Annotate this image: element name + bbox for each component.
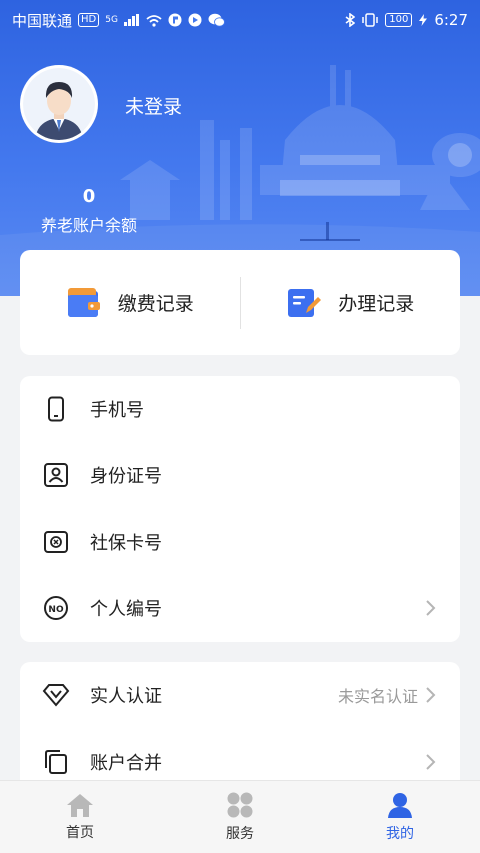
app-notify-icon-2 xyxy=(188,13,202,27)
phone-icon xyxy=(48,396,64,422)
payment-records-button[interactable]: 缴费记录 xyxy=(20,250,240,355)
payment-records-label: 缴费记录 xyxy=(117,293,194,315)
wifi-icon xyxy=(146,14,162,27)
chevron-right-icon xyxy=(426,687,436,703)
wallet-icon xyxy=(67,287,100,317)
login-status-text[interactable]: 未登录 xyxy=(125,92,182,119)
clock: 6:27 xyxy=(434,11,468,29)
social-card-row[interactable]: 社保卡号 xyxy=(20,509,460,575)
auth-status-value: 未实名认证 xyxy=(337,687,418,706)
home-icon xyxy=(67,794,93,817)
id-number-row[interactable]: 身份证号 xyxy=(20,442,460,508)
hd-badge: HD xyxy=(78,13,100,27)
account-merge-label: 账户合并 xyxy=(90,753,162,774)
real-name-auth-label: 实人认证 xyxy=(90,686,162,707)
user-icon xyxy=(388,793,412,818)
id-number-label: 身份证号 xyxy=(90,466,162,487)
phone-label: 手机号 xyxy=(90,400,144,421)
nav-home-label: 首页 xyxy=(66,825,94,841)
network-type: 5G xyxy=(105,15,118,25)
signal-icon xyxy=(123,14,139,26)
nav-mine-label: 我的 xyxy=(386,826,414,842)
id-card-icon xyxy=(44,463,68,487)
handling-records-button[interactable]: 办理记录 xyxy=(241,250,461,355)
app-notify-icon xyxy=(168,13,182,27)
nav-mine[interactable]: 我的 xyxy=(320,781,480,853)
records-card: 缴费记录 办理记录 xyxy=(20,250,460,355)
wechat-icon xyxy=(208,13,225,27)
merge-icon xyxy=(45,750,67,774)
avatar[interactable] xyxy=(20,65,98,143)
no-icon: NO xyxy=(44,596,68,620)
nav-services[interactable]: 服务 xyxy=(160,781,320,853)
chevron-right-icon xyxy=(426,600,436,616)
phone-row[interactable]: 手机号 xyxy=(20,376,460,442)
bluetooth-icon xyxy=(345,13,356,27)
social-card-icon xyxy=(44,531,68,553)
handling-records-label: 办理记录 xyxy=(338,293,415,315)
verify-icon xyxy=(42,684,70,707)
personal-info-card: 手机号 身份证号 社保卡号 NO 个人编号 xyxy=(20,376,460,642)
vibrate-icon xyxy=(362,13,378,27)
chevron-right-icon xyxy=(426,754,436,770)
nav-services-label: 服务 xyxy=(226,826,254,842)
real-name-auth-row[interactable]: 实人认证 未实名认证 xyxy=(20,662,460,728)
grid-icon xyxy=(227,792,253,818)
nav-home[interactable]: 首页 xyxy=(0,781,160,853)
social-card-label: 社保卡号 xyxy=(90,533,162,554)
balance-label: 养老账户余额 xyxy=(40,216,137,235)
status-bar: 中国联通 HD 5G 100 6:27 xyxy=(0,0,480,40)
personal-number-row[interactable]: NO 个人编号 xyxy=(20,575,460,641)
personal-number-label: 个人编号 xyxy=(90,599,162,620)
edit-document-icon xyxy=(288,288,322,317)
charging-icon xyxy=(419,14,428,26)
carrier-name: 中国联通 xyxy=(12,11,73,30)
user-avatar-icon xyxy=(23,68,95,140)
bottom-navigation: 首页 服务 我的 xyxy=(0,780,480,853)
battery-level: 100 xyxy=(385,13,413,27)
svg-text:NO: NO xyxy=(48,605,64,615)
balance-value: 0 xyxy=(82,186,96,207)
